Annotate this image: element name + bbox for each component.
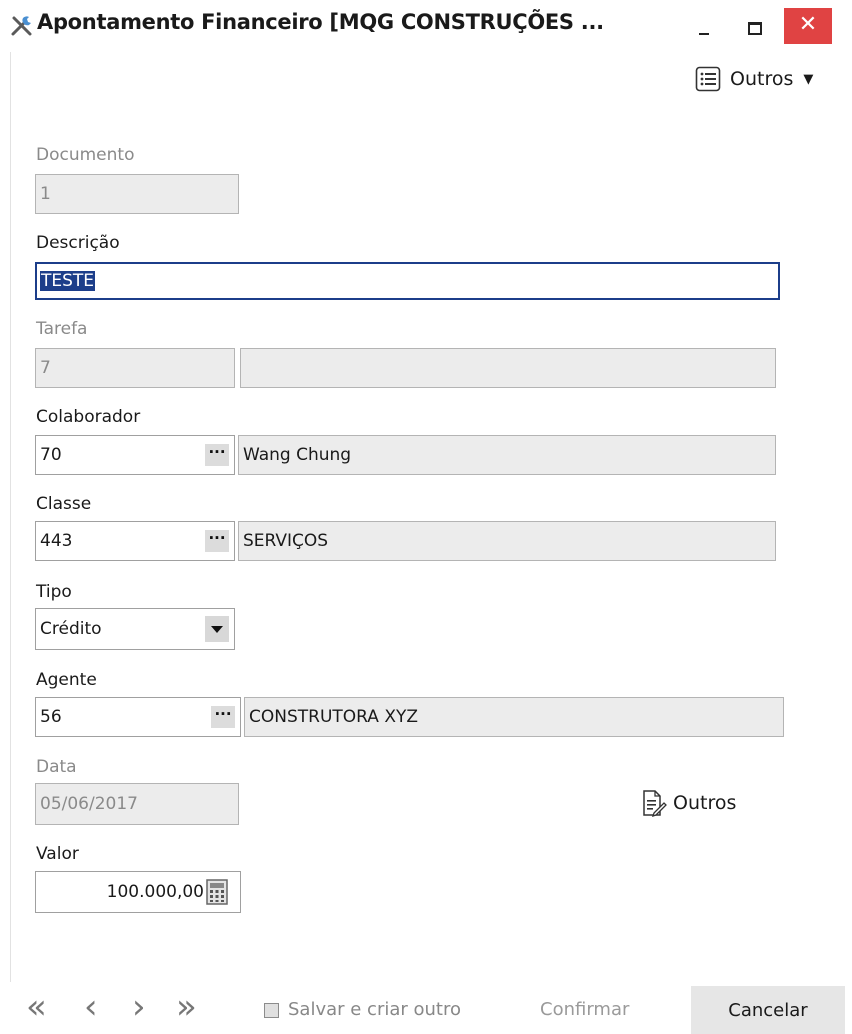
agente-name-field: CONSTRUTORA XYZ [244, 697, 784, 737]
descricao-label: Descrição [36, 233, 120, 253]
valor-value: 100.000,00 [106, 882, 204, 902]
nav-next-button[interactable]: › [132, 990, 146, 1024]
tarefa-description-field [240, 348, 776, 388]
data-field: 05/06/2017 [35, 783, 239, 825]
colaborador-lookup-button[interactable]: ··· [205, 444, 229, 466]
nav-last-button[interactable]: » [176, 990, 197, 1024]
outros-menu-label: Outros [730, 68, 794, 90]
edit-document-icon [643, 790, 667, 817]
agente-code-value: 56 [40, 707, 62, 727]
colaborador-label: Colaborador [36, 407, 141, 427]
descricao-input[interactable]: TESTE [35, 262, 780, 300]
minimize-button[interactable] [680, 8, 728, 44]
outros-link-button[interactable]: Outros [641, 788, 736, 818]
nav-prev-button[interactable]: ‹ [84, 990, 98, 1024]
maximize-button[interactable] [730, 8, 778, 44]
cancel-button[interactable]: Cancelar [691, 986, 845, 1034]
save-and-new-label[interactable]: Salvar e criar outro [288, 999, 461, 1020]
documento-label: Documento [36, 145, 135, 165]
colaborador-code-value: 70 [40, 445, 62, 465]
tarefa-label: Tarefa [36, 319, 88, 339]
classe-label: Classe [36, 494, 92, 514]
tipo-dropdown-icon[interactable] [205, 616, 229, 642]
calculator-icon[interactable] [206, 879, 228, 905]
tools-icon [11, 16, 32, 36]
tipo-value: Crédito [40, 619, 102, 639]
save-and-new-checkbox[interactable] [264, 1003, 279, 1018]
list-icon [695, 66, 721, 92]
cancel-button-label: Cancelar [728, 999, 808, 1021]
documento-field: 1 [35, 174, 239, 214]
classe-lookup-button[interactable]: ··· [205, 530, 229, 552]
title-bar[interactable]: Apontamento Financeiro [MQG CONSTRUÇÕES … [0, 0, 852, 52]
close-button[interactable]: ✕ [784, 8, 832, 44]
confirm-button[interactable]: Confirmar [540, 999, 629, 1020]
window-title: Apontamento Financeiro [MQG CONSTRUÇÕES … [37, 10, 604, 34]
classe-code-value: 443 [40, 531, 73, 551]
agente-label: Agente [36, 670, 97, 690]
nav-first-button[interactable]: « [26, 990, 47, 1024]
dropdown-arrow-icon: ▼ [803, 71, 814, 87]
outros-menu-button[interactable]: Outros ▼ [695, 64, 813, 94]
window-border [10, 52, 11, 982]
agente-lookup-button[interactable]: ··· [211, 706, 235, 728]
outros-link-label: Outros [673, 792, 737, 814]
descricao-value: TESTE [40, 271, 96, 291]
valor-label: Valor [36, 844, 79, 864]
colaborador-name-field: Wang Chung [238, 435, 776, 475]
data-label: Data [36, 757, 77, 777]
close-icon: ✕ [798, 12, 818, 37]
classe-name-field: SERVIÇOS [238, 521, 776, 561]
tarefa-code-field: 7 [35, 348, 235, 388]
tipo-label: Tipo [36, 582, 72, 602]
